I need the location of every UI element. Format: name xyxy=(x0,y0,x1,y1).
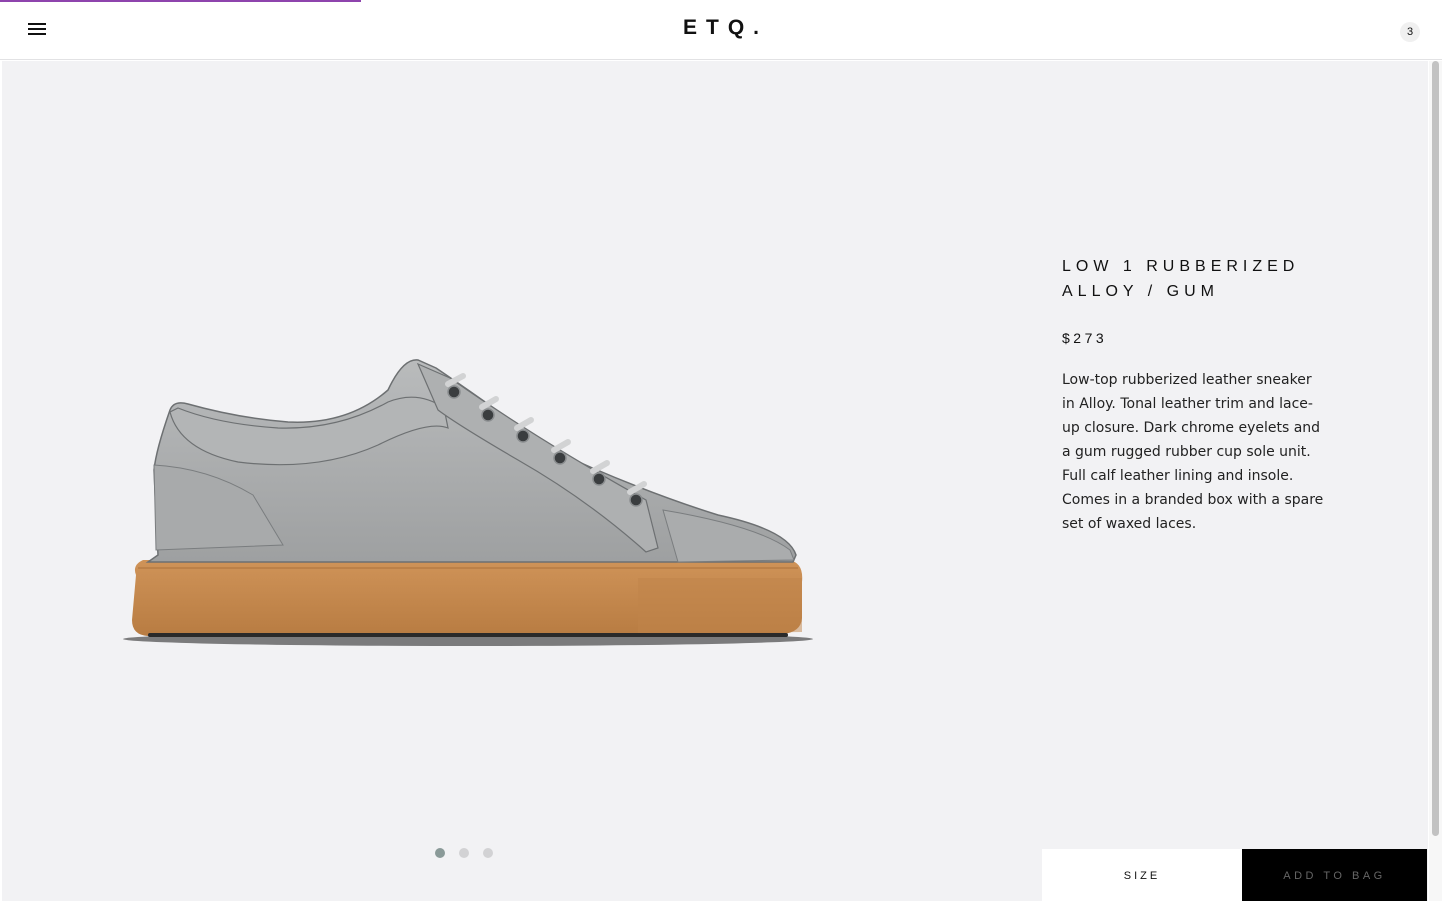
gallery-pagination xyxy=(435,843,507,858)
page-load-progress-fill xyxy=(0,0,361,2)
product-info: LOW 1 RUBBERIZED ALLOY / GUM $273 Low-to… xyxy=(1062,254,1327,536)
gallery-dot-2[interactable] xyxy=(459,848,469,858)
gallery-dot-3[interactable] xyxy=(483,848,493,858)
scrollbar[interactable] xyxy=(1429,61,1442,901)
site-header: ETQ. 3 xyxy=(0,0,1442,60)
scrollbar-thumb[interactable] xyxy=(1432,61,1439,836)
add-to-bag-button[interactable]: ADD TO BAG xyxy=(1242,849,1427,901)
product-title-line-2: ALLOY / GUM xyxy=(1062,283,1219,300)
product-title: LOW 1 RUBBERIZED ALLOY / GUM xyxy=(1062,254,1327,304)
page-load-progress xyxy=(0,0,1442,2)
product-title-line-1: LOW 1 RUBBERIZED xyxy=(1062,258,1300,275)
product-price: $273 xyxy=(1062,330,1108,346)
cart-count-badge[interactable]: 3 xyxy=(1400,22,1420,42)
product-image-sneaker xyxy=(123,359,813,646)
size-selector-button[interactable]: SIZE xyxy=(1042,849,1242,901)
brand-logo[interactable]: ETQ. xyxy=(0,16,1442,40)
gallery-dot-1[interactable] xyxy=(435,848,445,858)
product-description: Low-top rubberized leather sneaker in Al… xyxy=(1062,372,1324,532)
